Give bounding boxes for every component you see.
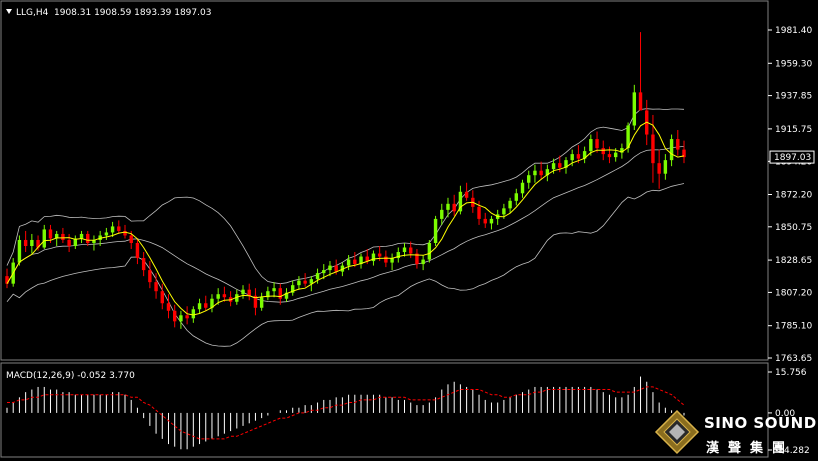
price-tick-label: 1959.30 bbox=[775, 59, 812, 69]
candle-body bbox=[477, 206, 481, 219]
candle-body bbox=[669, 139, 674, 161]
candle-body bbox=[129, 235, 133, 243]
candle bbox=[427, 239, 432, 263]
candle-body bbox=[160, 291, 164, 304]
candle-body bbox=[154, 282, 158, 292]
candle-body bbox=[589, 139, 593, 152]
candle-body bbox=[483, 218, 487, 224]
price-tick-label: 1785.10 bbox=[775, 322, 812, 332]
price-tick-label: 1915.75 bbox=[775, 125, 812, 135]
candle-body bbox=[48, 229, 53, 239]
price-tick-label: 1807.20 bbox=[775, 288, 812, 298]
candle-body bbox=[303, 280, 307, 284]
candle-body bbox=[676, 139, 680, 150]
price-tick-label: 1763.65 bbox=[775, 354, 812, 364]
candle-body bbox=[135, 242, 140, 259]
macd-tick-label: 15.756 bbox=[775, 368, 807, 378]
candle-body bbox=[613, 152, 618, 158]
price-tick-label: 1937.85 bbox=[775, 92, 812, 102]
candle-body bbox=[179, 315, 183, 322]
candle-body bbox=[42, 229, 46, 248]
candle-body bbox=[315, 273, 320, 280]
candle-body bbox=[421, 259, 425, 265]
candle-body bbox=[520, 182, 525, 194]
candle-body bbox=[79, 233, 84, 239]
candle-body bbox=[110, 226, 115, 233]
logo-sub-text: 漢聲集團 bbox=[706, 440, 794, 456]
candle-body bbox=[278, 288, 282, 299]
candle-body bbox=[86, 233, 90, 243]
candle-body bbox=[272, 288, 276, 292]
current-price-label: 1897.03 bbox=[774, 153, 811, 163]
candle-body bbox=[61, 233, 65, 240]
price-tick-label: 1981.40 bbox=[775, 26, 812, 36]
candle-body bbox=[402, 247, 407, 253]
candle-body bbox=[632, 92, 637, 126]
candle-body bbox=[440, 209, 444, 219]
candle-body bbox=[148, 270, 152, 283]
logo-main-text: SINO SOUND bbox=[704, 414, 817, 432]
macd-label: MACD(12,26,9) -0.052 3.770 bbox=[6, 371, 135, 381]
candle-body bbox=[297, 280, 301, 286]
candle-body bbox=[539, 170, 543, 176]
candle-body bbox=[558, 163, 562, 168]
candle-body bbox=[259, 297, 264, 308]
chart-background bbox=[0, 0, 818, 461]
candle-body bbox=[464, 191, 469, 198]
candle-body bbox=[427, 242, 432, 260]
candle-body bbox=[104, 232, 109, 236]
candle-body bbox=[353, 259, 357, 265]
candle-body bbox=[502, 208, 506, 215]
candle-body bbox=[204, 303, 208, 308]
candle-body bbox=[241, 289, 245, 295]
candle-body bbox=[197, 303, 202, 310]
candle-body bbox=[527, 175, 531, 183]
candle-body bbox=[377, 253, 382, 257]
candle-body bbox=[551, 163, 556, 170]
candle-body bbox=[452, 203, 456, 212]
candle-body bbox=[601, 148, 605, 155]
candle-body bbox=[409, 247, 413, 254]
candle bbox=[433, 215, 438, 247]
chart-symbol: LLG,H4 bbox=[16, 8, 49, 18]
candle-body bbox=[185, 315, 189, 319]
candle-body bbox=[651, 134, 655, 164]
candle-body bbox=[191, 309, 196, 319]
candle-body bbox=[117, 226, 121, 231]
candle-body bbox=[30, 239, 34, 247]
candle-body bbox=[489, 218, 494, 224]
candle-body bbox=[638, 92, 643, 111]
candle-body bbox=[576, 154, 581, 159]
candle-body bbox=[67, 239, 71, 247]
candle-body bbox=[570, 154, 574, 161]
candle-body bbox=[17, 239, 22, 263]
candle-body bbox=[508, 200, 512, 209]
candle-body bbox=[23, 239, 28, 247]
candle-body bbox=[166, 303, 171, 311]
candle-body bbox=[446, 203, 450, 210]
candle-body bbox=[247, 289, 251, 296]
trading-chart[interactable]: 1981.401959.301937.851915.751894.201872.… bbox=[0, 0, 818, 461]
candle-body bbox=[433, 218, 438, 243]
candle-body bbox=[384, 256, 388, 263]
candle-body bbox=[533, 170, 537, 176]
candle-body bbox=[663, 160, 668, 174]
candle-body bbox=[607, 154, 612, 158]
candle-body bbox=[328, 265, 332, 271]
candle-body bbox=[657, 163, 661, 174]
candle-body bbox=[322, 270, 326, 274]
price-tick-label: 1828.65 bbox=[775, 256, 812, 266]
candle-body bbox=[172, 310, 177, 322]
candle-body bbox=[216, 294, 220, 299]
candle-body bbox=[514, 193, 519, 201]
candle-body bbox=[346, 259, 351, 266]
price-tick-label: 1850.75 bbox=[775, 223, 812, 233]
candle-body bbox=[595, 139, 599, 149]
current-price-marker: 1897.03 bbox=[769, 150, 815, 164]
candle-body bbox=[222, 294, 227, 298]
price-tick-label: 1872.20 bbox=[775, 190, 812, 200]
candle-body bbox=[334, 265, 338, 272]
candle-body bbox=[141, 258, 146, 271]
chart-ohlc: 1908.31 1908.59 1893.39 1897.03 bbox=[54, 8, 211, 18]
